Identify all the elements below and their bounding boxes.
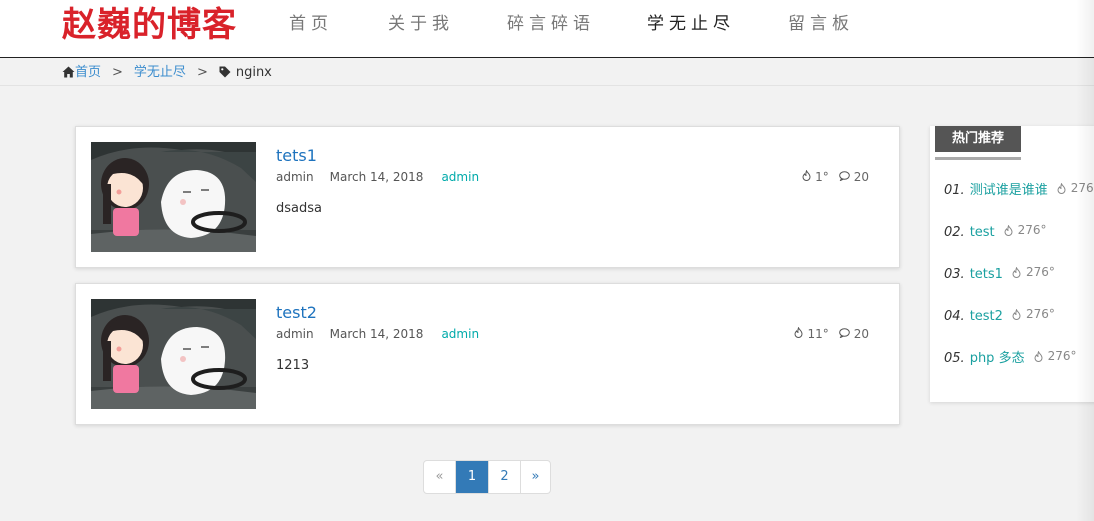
fire-icon	[1034, 350, 1043, 362]
hot-list-item: 03. tets1 276°	[944, 262, 1094, 304]
main-nav: 首页 关于我 碎言碎语 学无止尽 留言板	[270, 0, 854, 48]
hot-item-number: 02.	[944, 224, 965, 240]
hot-item-views: 276°	[1034, 346, 1077, 366]
pagination-prev-button[interactable]: «	[424, 461, 455, 493]
tag-icon	[219, 65, 231, 81]
article-title[interactable]: tets1	[276, 146, 317, 165]
hot-item-link[interactable]: test2	[970, 307, 1003, 327]
hot-list-item: 04. test2 276°	[944, 304, 1094, 346]
hot-item-view-count: 276°	[1025, 265, 1055, 279]
article-summary: dsadsa	[276, 201, 322, 216]
article-views: 11°	[807, 327, 829, 341]
pagination-next-button[interactable]: »	[520, 461, 550, 493]
nav-item-about[interactable]: 关于我	[388, 0, 454, 48]
hot-item-number: 04.	[944, 308, 965, 324]
hot-item-number: 05.	[944, 350, 965, 366]
breadcrumb: 首页 > 学无止尽 > nginx	[62, 65, 272, 81]
hot-item-views: 276°	[1004, 220, 1047, 240]
hot-item-link[interactable]: 测试谁是谁谁	[970, 181, 1048, 201]
breadcrumb-section-link[interactable]: 学无止尽	[134, 65, 186, 81]
article-views: 1°	[815, 170, 829, 184]
article-comment-count: 20	[853, 327, 869, 341]
fire-icon	[1057, 182, 1066, 194]
breadcrumb-current-tag: nginx	[235, 65, 272, 80]
article-summary: 1213	[276, 358, 310, 373]
article-card: test2 admin March 14, 2018 admin 11° 20 …	[75, 283, 900, 425]
widget-title: 热门推荐	[935, 126, 1021, 152]
nav-item-notes[interactable]: 碎言碎语	[507, 0, 595, 48]
article-date: March 14, 2018	[329, 170, 424, 184]
site-logo[interactable]: 赵巍的博客	[62, 5, 237, 45]
hot-item-view-count: 276°	[1025, 307, 1055, 321]
site-header: 赵巍的博客 首页 关于我 碎言碎语 学无止尽 留言板	[0, 0, 1094, 58]
article-author: admin	[276, 327, 314, 341]
article-category[interactable]: admin	[441, 327, 479, 341]
hot-list-item: 02. test 276°	[944, 220, 1094, 262]
article-comment-count: 20	[853, 170, 869, 184]
fire-icon	[1004, 224, 1013, 236]
nav-item-home[interactable]: 首页	[289, 0, 333, 48]
nav-item-guestbook[interactable]: 留言板	[788, 0, 854, 48]
fire-icon	[794, 326, 807, 341]
article-author: admin	[276, 170, 314, 184]
hot-item-view-count: 276°	[1017, 223, 1047, 237]
hot-item-view-count: 276°	[1047, 349, 1077, 363]
article-meta: admin March 14, 2018 admin	[276, 327, 479, 341]
fire-icon	[1012, 308, 1021, 320]
article-comments: 20	[838, 327, 869, 341]
article-category[interactable]: admin	[441, 170, 479, 184]
hot-item-number: 01.	[944, 182, 965, 198]
hot-list-item: 01. 测试谁是谁谁 276	[944, 178, 1094, 220]
hot-list-item: 05. php 多态 276°	[944, 346, 1094, 388]
hot-recommend-widget: 热门推荐 01. 测试谁是谁谁 276 02. test 276° 03. te…	[930, 126, 1094, 402]
hot-item-number: 03.	[944, 266, 965, 282]
breadcrumb-separator: >	[196, 65, 208, 80]
hot-item-views: 276°	[1012, 262, 1055, 282]
pagination-page-2[interactable]: 2	[488, 461, 520, 493]
breadcrumb-home-link[interactable]: 首页	[75, 65, 101, 81]
pagination-page-1[interactable]: 1	[455, 461, 488, 493]
hot-item-link[interactable]: tets1	[970, 265, 1003, 285]
home-icon	[62, 65, 75, 81]
fire-icon	[802, 169, 815, 184]
hot-item-link[interactable]: php 多态	[970, 349, 1025, 369]
article-stats: 1° 20	[802, 169, 869, 184]
hot-list: 01. 测试谁是谁谁 276 02. test 276° 03. tets1 2…	[944, 178, 1094, 388]
article-thumbnail[interactable]	[91, 142, 256, 252]
article-card: tets1 admin March 14, 2018 admin 1° 20 d…	[75, 126, 900, 268]
nav-item-learning[interactable]: 学无止尽	[647, 0, 735, 48]
comment-icon	[838, 327, 854, 341]
article-meta: admin March 14, 2018 admin	[276, 170, 479, 184]
pagination: « 1 2 »	[423, 460, 551, 494]
fire-icon	[1012, 266, 1021, 278]
hot-item-views: 276°	[1012, 304, 1055, 324]
breadcrumb-separator: >	[112, 65, 123, 80]
breadcrumb-bar: 首页 > 学无止尽 > nginx	[0, 58, 1094, 86]
article-title[interactable]: test2	[276, 303, 317, 322]
article-stats: 11° 20	[794, 326, 869, 341]
widget-header: 热门推荐	[935, 126, 1021, 160]
comment-icon	[838, 170, 854, 184]
page-edge-shadow	[1076, 0, 1094, 521]
article-date: March 14, 2018	[329, 327, 424, 341]
article-comments: 20	[838, 170, 869, 184]
article-thumbnail[interactable]	[91, 299, 256, 409]
hot-item-link[interactable]: test	[970, 223, 995, 243]
